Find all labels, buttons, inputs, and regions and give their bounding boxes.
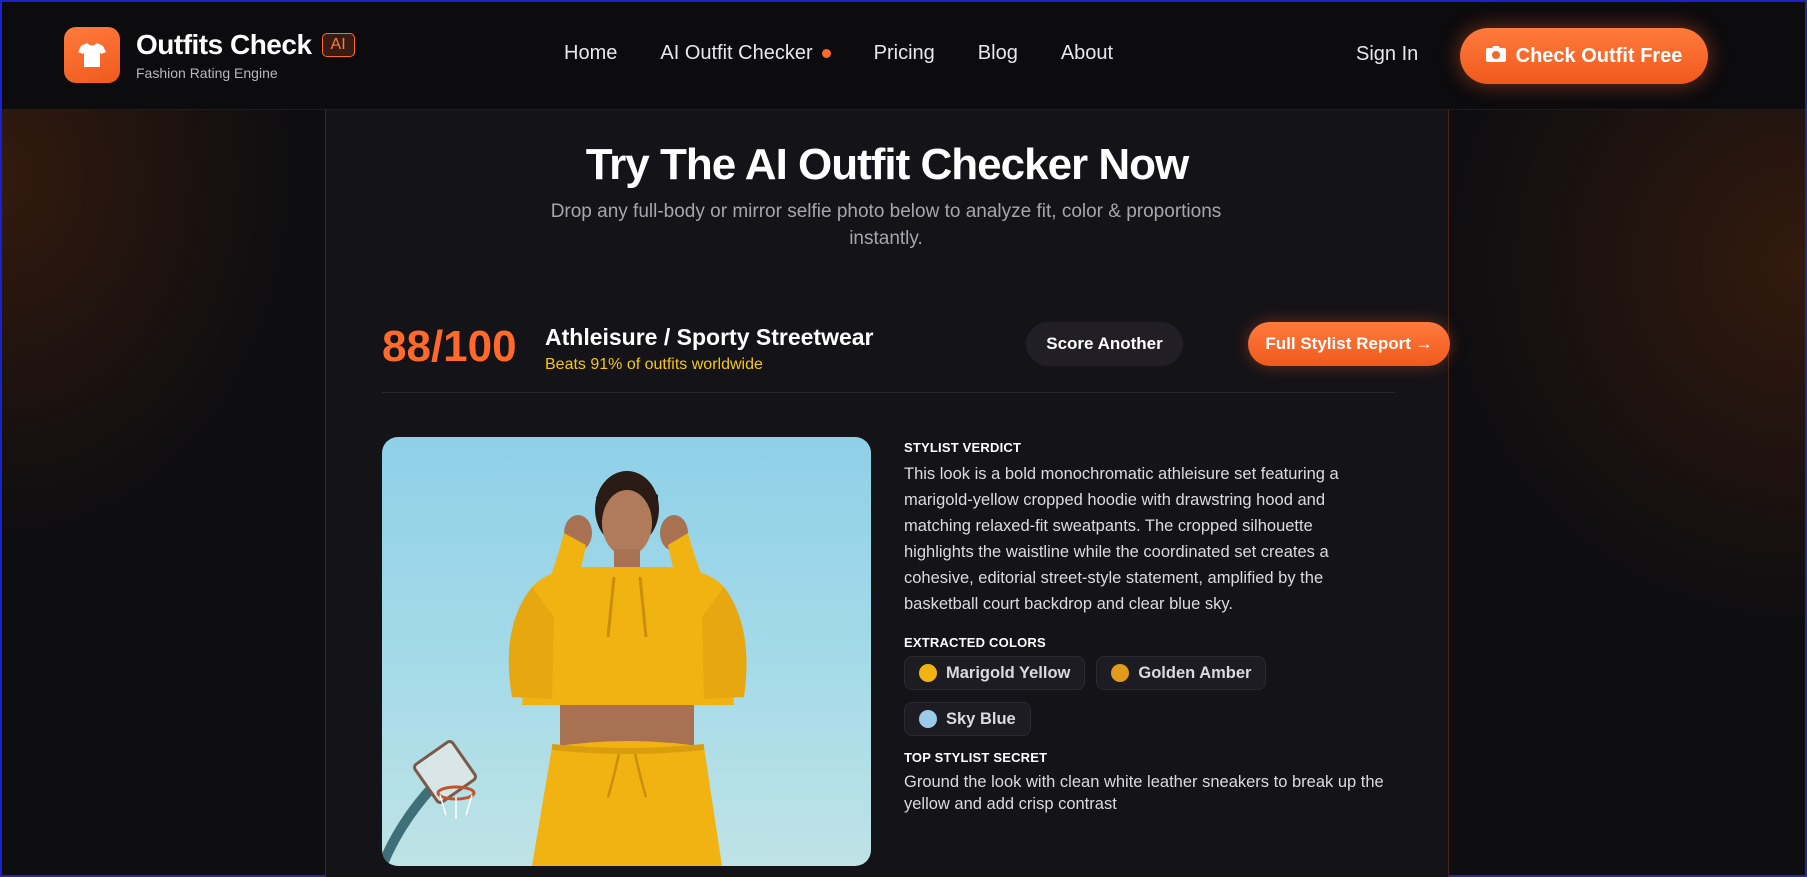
nav-ai-outfit-checker-label: AI Outfit Checker <box>660 42 813 64</box>
outfit-score: 88/100 <box>382 322 517 371</box>
score-row: 88/100 Athleisure / Sporty Streetwear Be… <box>382 322 1450 392</box>
color-name: Marigold Yellow <box>946 663 1071 682</box>
checker-panel: Try The AI Outfit Checker Now Drop any f… <box>325 110 1450 877</box>
color-chip: Golden Amber <box>1096 656 1267 690</box>
tshirt-icon <box>64 27 120 83</box>
color-chip: Sky Blue <box>904 702 1031 736</box>
style-name: Athleisure / Sporty Streetwear <box>545 324 874 350</box>
colors-heading: EXTRACTED COLORS <box>904 635 1046 650</box>
secret-text: Ground the look with clean white leather… <box>904 773 1384 813</box>
ai-badge: AI <box>321 33 355 57</box>
camera-icon <box>1485 45 1506 68</box>
stylist-details: STYLIST VERDICT This look is a bold mono… <box>904 440 1384 815</box>
score-another-button[interactable]: Score Another <box>1026 322 1183 366</box>
color-name: Sky Blue <box>946 709 1016 728</box>
verdict-heading: STYLIST VERDICT <box>904 440 1022 455</box>
color-swatch <box>1111 664 1130 682</box>
nav-pricing[interactable]: Pricing <box>874 42 935 65</box>
nav-about[interactable]: About <box>1061 42 1113 65</box>
nav-ai-outfit-checker[interactable]: AI Outfit Checker <box>660 42 831 65</box>
verdict-text: This look is a bold monochromatic athlei… <box>904 465 1339 613</box>
color-swatch <box>919 664 937 682</box>
new-indicator-dot <box>821 49 831 58</box>
brand-subtitle: Fashion Rating Engine <box>136 65 278 81</box>
divider <box>382 392 1395 393</box>
site-header: Outfits Check AI Fashion Rating Engine H… <box>2 2 1805 110</box>
outfit-photo <box>382 437 871 866</box>
brand-logo[interactable]: Outfits Check AI Fashion Rating Engine <box>64 27 355 83</box>
color-swatch <box>919 710 937 728</box>
full-stylist-report-button[interactable]: Full Stylist Report → <box>1248 322 1450 366</box>
sign-in-link[interactable]: Sign In <box>1356 43 1418 66</box>
color-chip: Marigold Yellow <box>904 656 1086 690</box>
brand-title: Outfits Check <box>136 29 312 60</box>
cta-label: Check Outfit Free <box>1515 44 1683 67</box>
color-name: Golden Amber <box>1138 663 1252 682</box>
nav-home[interactable]: Home <box>564 42 617 65</box>
color-chips: Marigold Yellow Golden Amber Sky Blue <box>904 656 1304 736</box>
page-title: Try The AI Outfit Checker Now <box>585 140 1190 189</box>
secret-heading: TOP STYLIST SECRET <box>904 750 1048 765</box>
main-nav: Home AI Outfit Checker Pricing Blog Abou… <box>564 42 1156 65</box>
check-outfit-free-button[interactable]: Check Outfit Free <box>1460 28 1708 84</box>
nav-blog[interactable]: Blog <box>978 42 1018 65</box>
beats-percentage: Beats 91% of outfits worldwide <box>545 356 763 373</box>
page-subtitle: Drop any full-body or mirror selfie phot… <box>550 201 1222 249</box>
